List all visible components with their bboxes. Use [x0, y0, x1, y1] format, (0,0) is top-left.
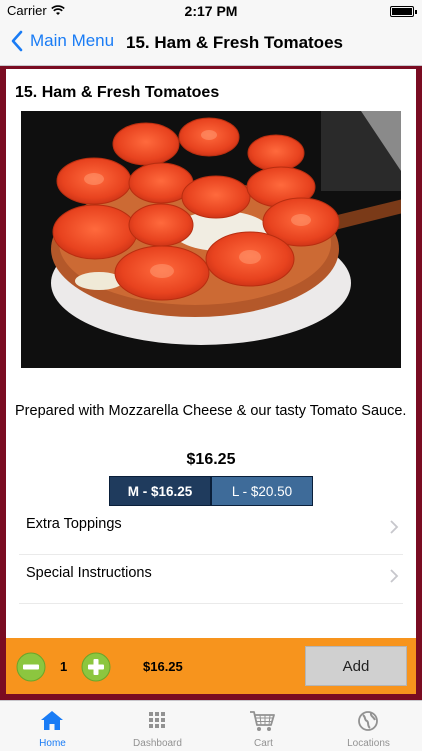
item-card: 15. Ham & Fresh Tomatoes Prepared with M… [6, 69, 416, 638]
extra-toppings-label: Extra Toppings [26, 516, 122, 532]
back-button[interactable]: Main Menu [10, 30, 114, 52]
chevron-right-icon [390, 569, 399, 583]
size-large-button[interactable]: L - $20.50 [211, 476, 313, 506]
order-total: $16.25 [143, 659, 183, 674]
tab-cart[interactable]: Cart [211, 701, 316, 751]
status-bar: Carrier 2:17 PM [0, 0, 422, 22]
chevron-left-icon [11, 30, 23, 52]
grid-icon [149, 712, 165, 728]
globe-icon [358, 711, 378, 731]
home-icon [41, 711, 63, 730]
tab-cart-label: Cart [254, 738, 273, 749]
tab-dashboard[interactable]: Dashboard [105, 701, 210, 751]
order-bar: 1 $16.25 Add [6, 638, 416, 694]
item-description: Prepared with Mozzarella Cheese & our ta… [15, 403, 407, 419]
size-medium-button[interactable]: M - $16.25 [109, 476, 211, 506]
tab-home-label: Home [39, 738, 66, 749]
chevron-right-icon [390, 520, 399, 534]
increase-quantity-button[interactable] [81, 652, 111, 682]
special-instructions-row[interactable]: Special Instructions [19, 555, 403, 604]
nav-title: 15. Ham & Fresh Tomatoes [126, 33, 343, 52]
battery-icon [390, 6, 417, 17]
add-to-cart-button[interactable]: Add [305, 646, 407, 686]
cart-icon [250, 711, 275, 731]
special-instructions-label: Special Instructions [26, 565, 152, 581]
tab-home[interactable]: Home [0, 701, 105, 751]
item-title: 15. Ham & Fresh Tomatoes [15, 84, 220, 101]
extra-toppings-row[interactable]: Extra Toppings [19, 506, 403, 555]
pizza-photo [21, 111, 401, 368]
tab-locations[interactable]: Locations [316, 701, 421, 751]
item-price: $16.25 [186, 451, 236, 468]
tab-dashboard-label: Dashboard [133, 738, 182, 749]
content-frame: 15. Ham & Fresh Tomatoes Prepared with M… [0, 66, 422, 700]
navigation-bar: Main Menu 15. Ham & Fresh Tomatoes [0, 22, 422, 66]
back-label: Main Menu [30, 31, 115, 50]
decrease-quantity-button[interactable] [16, 652, 46, 682]
quantity-value: 1 [60, 659, 68, 674]
status-time: 2:17 PM [184, 3, 238, 19]
tab-bar: Home Dashboard Cart Locations [0, 700, 422, 750]
tab-locations-label: Locations [347, 738, 390, 749]
